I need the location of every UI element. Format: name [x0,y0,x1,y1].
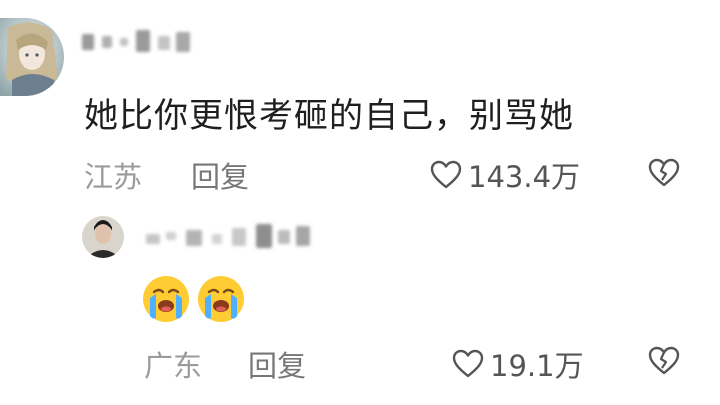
loudly-crying-face-icon [143,276,189,322]
like-count: 19.1万 [490,349,584,383]
broken-heart-icon [648,346,680,375]
anime-girl-avatar-icon [0,18,64,96]
comment-location: 江苏 [84,160,143,194]
dislike-button[interactable] [648,158,680,192]
avatar[interactable] [0,18,64,96]
comment-1: 她比你更恨考砸的自己，别骂她 江苏 回复 143.4万 [0,0,720,200]
like-button[interactable]: 143.4万 [430,154,580,196]
loudly-crying-face-icon [198,276,244,322]
comment-text: 她比你更恨考砸的自己，别骂她 [84,96,574,136]
comment-2: 广东 回复 19.1万 [0,200,720,405]
avatar[interactable] [82,216,124,258]
like-count: 143.4万 [468,160,581,194]
comment-location: 广东 [144,349,203,383]
username-redacted [146,224,316,250]
username-redacted [82,30,192,56]
like-button[interactable]: 19.1万 [452,343,584,385]
broken-heart-icon [648,158,680,187]
heart-outline-icon [430,160,462,189]
reply-button[interactable]: 回复 [248,343,306,385]
dislike-button[interactable] [648,346,680,380]
man-portrait-avatar-icon [82,216,124,258]
heart-outline-icon [452,349,484,378]
reply-button[interactable]: 回复 [191,154,249,196]
